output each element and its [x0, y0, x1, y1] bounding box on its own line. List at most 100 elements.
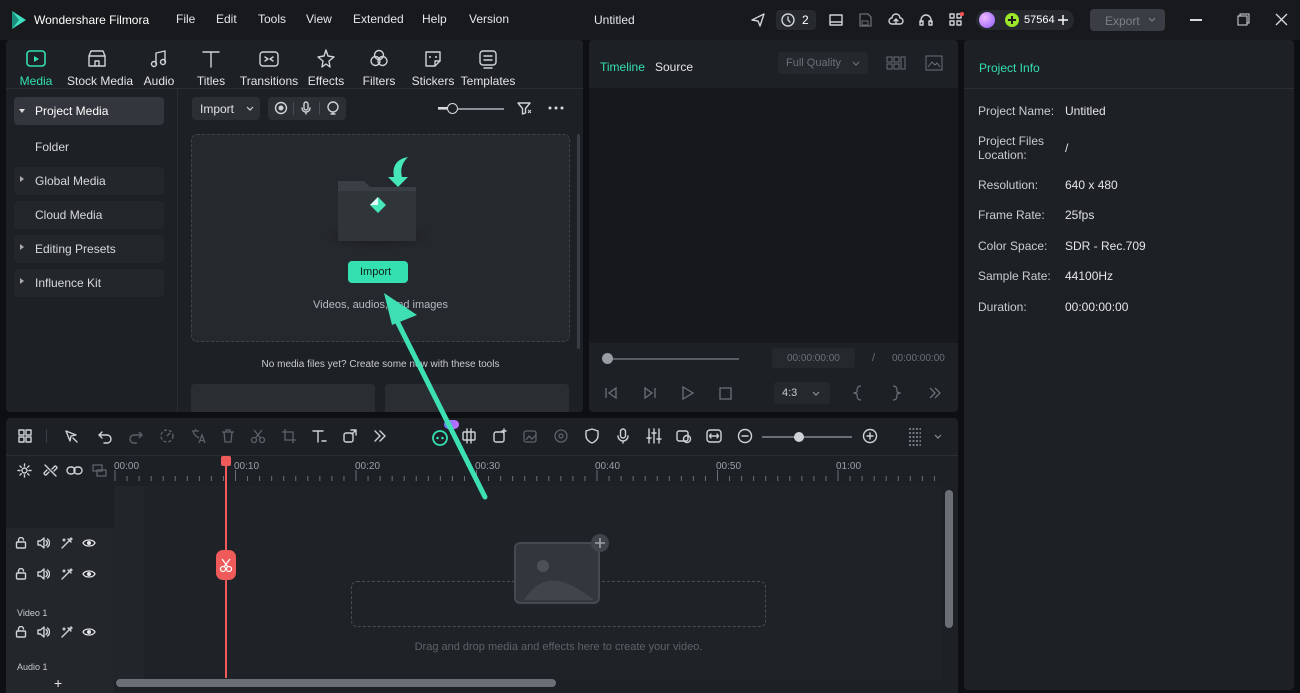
- eye-icon[interactable]: [82, 627, 96, 637]
- ai-voice-icon[interactable]: [326, 101, 340, 115]
- apps-grid-icon[interactable]: [948, 12, 964, 28]
- aspect-ratio-dropdown[interactable]: 4:3: [774, 382, 830, 404]
- eye-icon[interactable]: [82, 569, 96, 579]
- media-scrollbar[interactable]: [577, 134, 580, 349]
- prev-frame-icon[interactable]: [604, 386, 618, 400]
- sidebar-item-folder[interactable]: Folder: [14, 133, 164, 161]
- speaker-icon[interactable]: [37, 626, 50, 638]
- magic-wand-icon[interactable]: [60, 537, 73, 550]
- tab-media[interactable]: Media: [6, 44, 66, 88]
- magic-wand-icon[interactable]: [60, 626, 73, 639]
- notification-button[interactable]: 2: [776, 10, 816, 30]
- menu-tools[interactable]: Tools: [258, 12, 286, 26]
- eye-icon[interactable]: [82, 538, 96, 548]
- sidebar-item-cloud-media[interactable]: Cloud Media: [14, 201, 164, 229]
- filter-icon[interactable]: [516, 100, 532, 116]
- lock-open-icon[interactable]: [15, 626, 27, 638]
- redo-icon[interactable]: [128, 428, 144, 444]
- lock-open-icon[interactable]: [15, 537, 27, 549]
- record-screen-icon[interactable]: [274, 101, 288, 115]
- zoom-slider-handle[interactable]: [794, 432, 804, 442]
- transform-icon[interactable]: [342, 428, 358, 444]
- next-frame-icon[interactable]: [643, 386, 657, 400]
- preview-progress[interactable]: [603, 358, 739, 360]
- layout-grid-icon[interactable]: [17, 428, 33, 444]
- speaker-icon[interactable]: [37, 568, 50, 580]
- layout-icon[interactable]: [829, 13, 843, 27]
- close-icon[interactable]: [1275, 13, 1288, 26]
- render-preview-icon[interactable]: [676, 428, 692, 444]
- menu-extended[interactable]: Extended: [353, 12, 404, 26]
- track-height-icon[interactable]: [908, 427, 922, 447]
- quality-dropdown[interactable]: Full Quality: [778, 52, 868, 74]
- image-edit-icon[interactable]: [522, 428, 538, 444]
- zoom-out-icon[interactable]: [737, 428, 753, 444]
- restore-icon[interactable]: [1237, 13, 1250, 26]
- tab-filters[interactable]: Filters: [349, 44, 409, 88]
- microphone-icon[interactable]: [299, 101, 313, 115]
- add-media-icon[interactable]: [591, 534, 609, 552]
- save-icon[interactable]: [858, 13, 872, 27]
- play-icon[interactable]: [681, 385, 695, 401]
- delete-icon[interactable]: [220, 428, 236, 444]
- menu-edit[interactable]: Edit: [216, 12, 237, 26]
- timeline-vertical-scrollbar[interactable]: [945, 490, 953, 628]
- cloud-upload-icon[interactable]: [888, 12, 904, 28]
- sidebar-item-editing-presets[interactable]: Editing Presets: [14, 235, 164, 263]
- chevron-down-icon[interactable]: [934, 434, 942, 440]
- voiceover-mic-icon[interactable]: [615, 428, 631, 444]
- minimize-icon[interactable]: [1190, 19, 1202, 21]
- crop-icon[interactable]: [281, 428, 297, 444]
- zoom-in-icon[interactable]: [862, 428, 878, 444]
- tab-stock-media[interactable]: Stock Media: [67, 44, 133, 88]
- sidebar-item-influence-kit[interactable]: Influence Kit: [14, 269, 164, 297]
- undo-icon[interactable]: [97, 428, 113, 444]
- create-tool-card[interactable]: [191, 384, 375, 412]
- split-scissors-button[interactable]: [216, 550, 236, 580]
- audio-mixer-icon[interactable]: [646, 428, 662, 444]
- stop-icon[interactable]: [719, 387, 732, 400]
- import-button[interactable]: Import: [348, 261, 408, 283]
- mark-out-icon[interactable]: [891, 385, 901, 401]
- settings-gear-icon[interactable]: [17, 463, 32, 478]
- timeline-horizontal-scrollbar[interactable]: [116, 679, 556, 687]
- import-dropdown[interactable]: Import: [192, 97, 260, 120]
- select-tool-icon[interactable]: [63, 428, 79, 444]
- tab-timeline[interactable]: Timeline: [600, 60, 645, 74]
- export-button[interactable]: Export: [1090, 9, 1165, 31]
- magic-wand-icon[interactable]: [60, 568, 73, 581]
- lock-open-icon[interactable]: [15, 568, 27, 580]
- scissors-icon[interactable]: [250, 428, 266, 444]
- text-tool-icon[interactable]: [311, 428, 327, 444]
- mark-in-icon[interactable]: [853, 385, 863, 401]
- grid-view-icon[interactable]: [886, 55, 906, 71]
- motion-track-icon[interactable]: [553, 428, 569, 444]
- fit-to-timeline-icon[interactable]: [706, 428, 722, 444]
- current-time-field[interactable]: 00:00:00:00: [772, 348, 855, 368]
- menu-help[interactable]: Help: [422, 12, 447, 26]
- menu-file[interactable]: File: [176, 12, 195, 26]
- tab-source[interactable]: Source: [655, 60, 693, 74]
- sidebar-item-global-media[interactable]: Global Media: [14, 167, 164, 195]
- credits-badge[interactable]: 57564: [976, 10, 1074, 30]
- tab-effects[interactable]: Effects: [296, 44, 356, 88]
- send-icon[interactable]: [750, 12, 766, 28]
- more-options-icon[interactable]: [548, 106, 564, 110]
- timeline-zoom-slider[interactable]: [762, 436, 852, 438]
- speed-icon[interactable]: [159, 428, 175, 444]
- headset-icon[interactable]: [918, 12, 934, 28]
- speaker-icon[interactable]: [37, 537, 50, 549]
- tab-templates[interactable]: Templates: [458, 44, 518, 88]
- translate-icon[interactable]: [190, 428, 206, 444]
- more-controls-icon[interactable]: [928, 387, 942, 399]
- shield-icon[interactable]: [584, 428, 600, 444]
- sidebar-item-project-media[interactable]: Project Media: [14, 97, 164, 125]
- tab-transitions[interactable]: Transitions: [239, 44, 299, 88]
- add-track-button[interactable]: +: [54, 675, 62, 691]
- tab-titles[interactable]: Titles: [181, 44, 241, 88]
- playhead-handle[interactable]: [221, 456, 231, 466]
- link-icon[interactable]: [66, 463, 83, 478]
- progress-handle[interactable]: [602, 353, 613, 364]
- snapshot-icon[interactable]: [925, 55, 943, 71]
- menu-version[interactable]: Version: [469, 12, 509, 26]
